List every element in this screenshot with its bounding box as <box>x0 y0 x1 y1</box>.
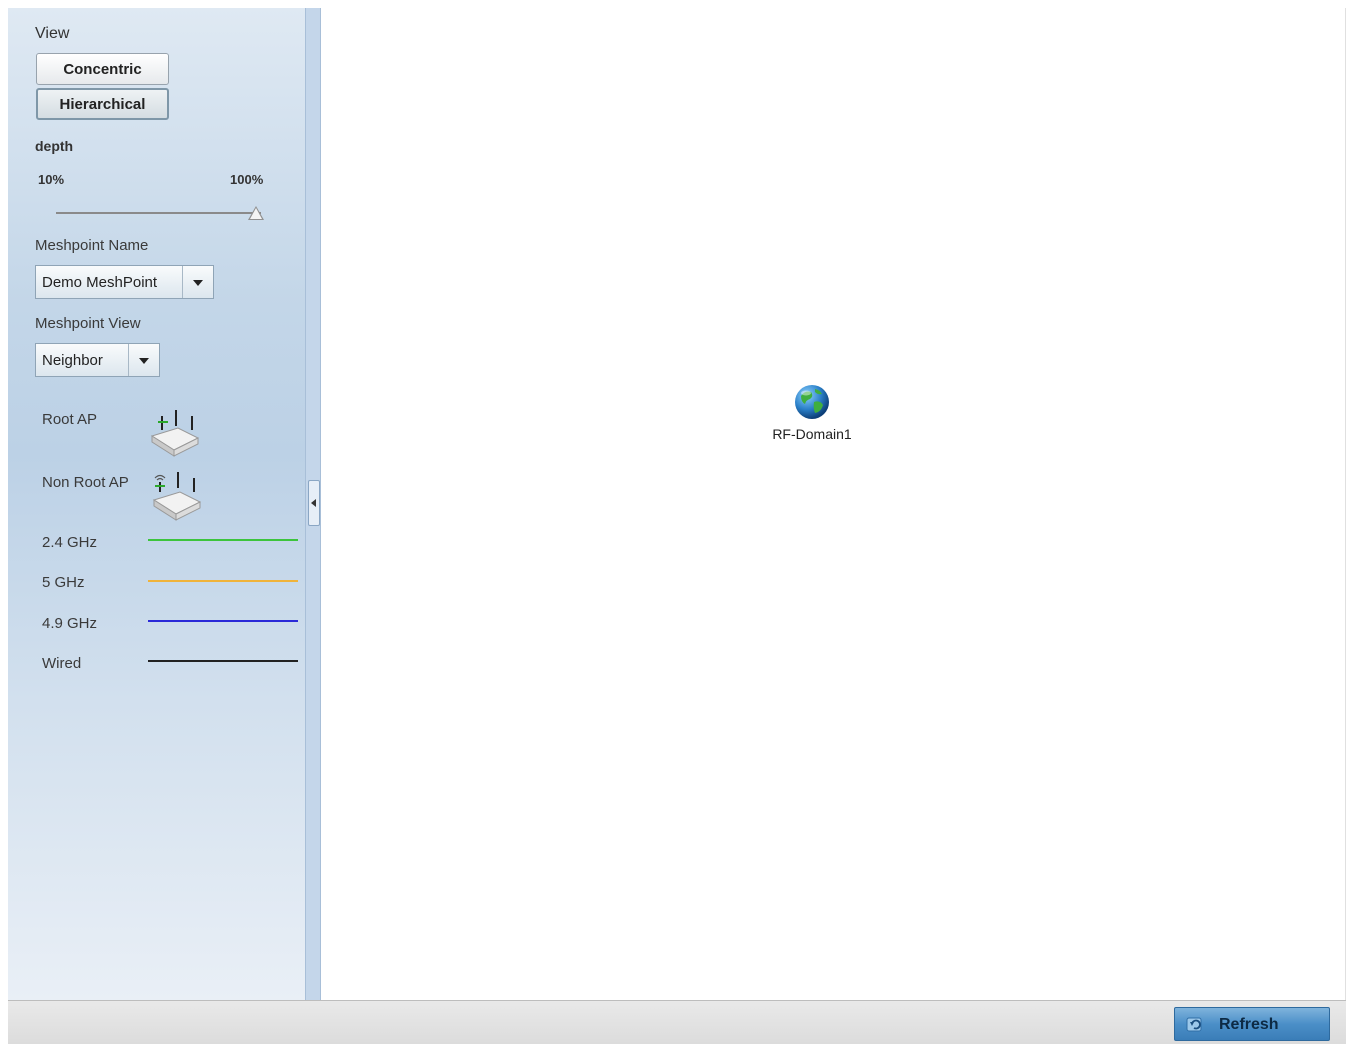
legend-non-root-ap-label: Non Root AP <box>42 474 129 491</box>
topology-options-panel: View Concentric Hierarchical depth 10% 1… <box>8 8 305 1000</box>
meshpoint-view-select[interactable]: Neighbor <box>35 343 160 377</box>
legend-link-label: 4.9 GHz <box>42 615 98 632</box>
depth-min-label: 10% <box>38 172 65 187</box>
meshpoint-view-label: Meshpoint View <box>35 315 141 332</box>
bottom-toolbar: Refresh <box>8 1000 1346 1044</box>
topology-canvas[interactable]: RF-Domain1 <box>322 8 1346 1000</box>
rf-domain-node-label: RF-Domain1 <box>772 426 852 442</box>
legend-root-ap-label: Root AP <box>42 411 98 428</box>
legend-link-label: Wired <box>42 655 82 672</box>
depth-slider-track[interactable] <box>56 212 261 214</box>
hierarchical-view-button[interactable]: Hierarchical <box>36 88 169 120</box>
mesh-topology-app: View Concentric Hierarchical depth 10% 1… <box>0 0 1349 1044</box>
refresh-button[interactable]: Refresh <box>1174 1007 1330 1041</box>
chevron-down-icon[interactable] <box>128 344 159 376</box>
refresh-button-label: Refresh <box>1219 1016 1279 1033</box>
meshpoint-name-label: Meshpoint Name <box>35 237 149 254</box>
rf-domain-node[interactable]: RF-Domain1 <box>762 382 862 442</box>
globe-icon <box>795 385 829 419</box>
concentric-view-button[interactable]: Concentric <box>36 53 169 85</box>
depth-slider-thumb[interactable] <box>248 206 264 220</box>
legend-line-wired <box>148 660 298 662</box>
view-label: View <box>35 25 70 42</box>
refresh-icon <box>1186 1017 1202 1032</box>
meshpoint-name-select[interactable]: Demo MeshPoint <box>35 265 214 299</box>
depth-label: depth <box>35 138 74 154</box>
depth-max-label: 100% <box>230 172 264 187</box>
legend-line-5ghz <box>148 580 298 582</box>
chevron-down-icon[interactable] <box>182 266 213 298</box>
legend-line-4-9ghz <box>148 620 298 622</box>
non-root-ap-icon <box>152 472 202 521</box>
legend-line-2-4ghz <box>148 539 298 541</box>
collapse-panel-icon[interactable] <box>308 480 320 526</box>
legend-link-label: 5 GHz <box>42 574 85 591</box>
panel-splitter[interactable] <box>305 8 321 1000</box>
meshpoint-view-value: Neighbor <box>42 352 103 369</box>
meshpoint-name-value: Demo MeshPoint <box>42 274 158 291</box>
legend-link-label: 2.4 GHz <box>42 534 98 551</box>
root-ap-icon <box>150 410 200 457</box>
